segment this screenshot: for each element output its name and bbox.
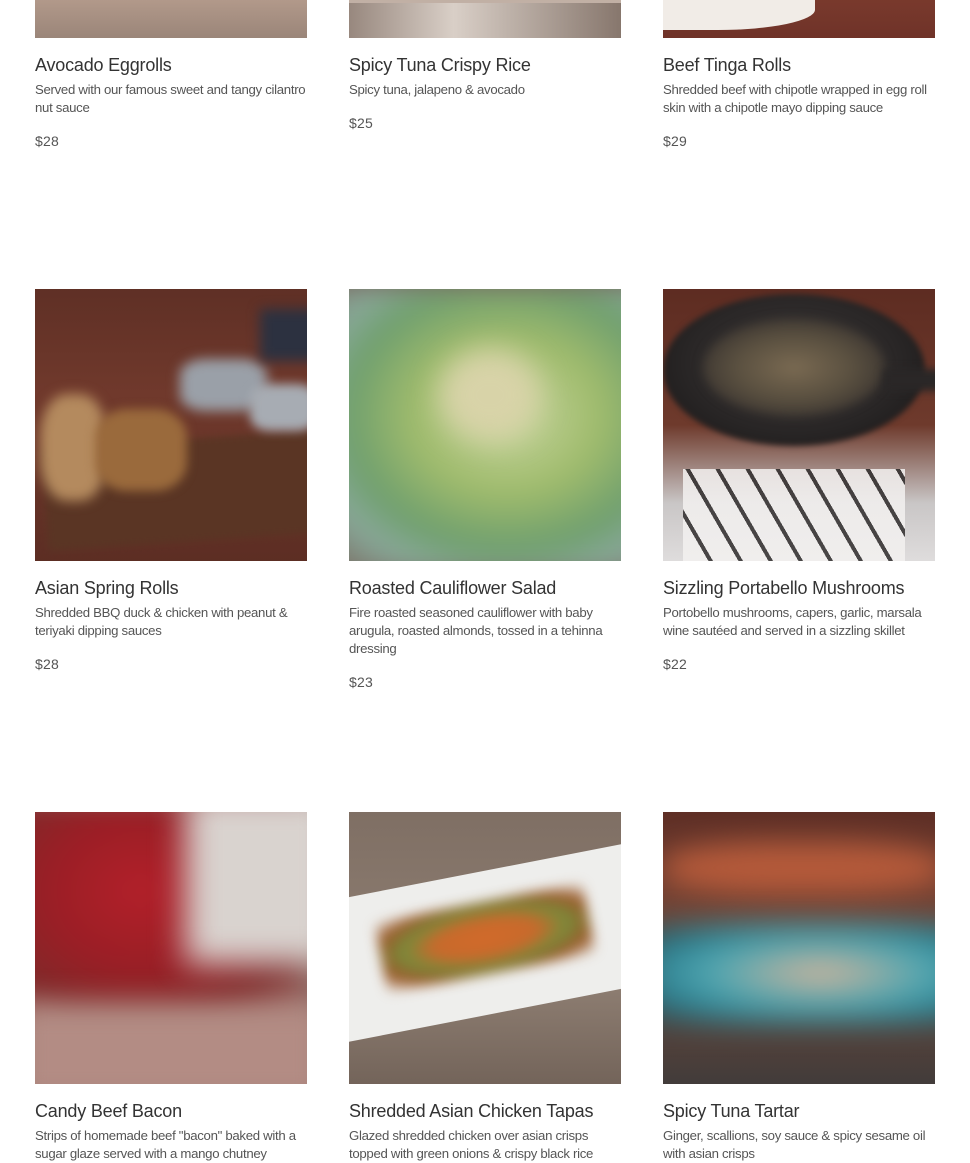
dish-photo-shredded-asian-chicken-tapas[interactable] <box>349 812 621 1084</box>
dish-photo-roasted-cauliflower-salad[interactable] <box>349 289 621 561</box>
item-price: $28 <box>35 656 59 672</box>
item-name: Spicy Tuna Crispy Rice <box>349 55 531 75</box>
item-description: Spicy tuna, jalapeno & avocado <box>349 82 525 97</box>
item-name: Shredded Asian Chicken Tapas <box>349 1101 594 1121</box>
item-name: Sizzling Portabello Mushrooms <box>663 578 905 598</box>
dish-photo-spicy-tuna-tartar[interactable] <box>663 812 935 1084</box>
item-name: Beef Tinga Rolls <box>663 55 791 75</box>
item-price: $29 <box>663 133 687 149</box>
dish-photo-asian-spring-rolls[interactable] <box>35 289 307 561</box>
item-description: Fire roasted seasoned cauliflower with b… <box>349 605 603 656</box>
item-price: $23 <box>349 674 373 690</box>
dish-photo-avocado-eggrolls[interactable] <box>35 0 307 38</box>
dish-photo-beef-tinga-rolls[interactable] <box>663 0 935 38</box>
item-price: $25 <box>349 115 373 131</box>
item-description: Ginger, scallions, soy sauce & spicy ses… <box>663 1128 926 1161</box>
item-description: Portobello mushrooms, capers, garlic, ma… <box>663 605 922 638</box>
dish-photo-sizzling-portabello-mushrooms[interactable] <box>663 289 935 561</box>
item-name: Avocado Eggrolls <box>35 55 172 75</box>
item-name: Spicy Tuna Tartar <box>663 1101 800 1121</box>
item-name: Roasted Cauliflower Salad <box>349 578 557 598</box>
item-name: Candy Beef Bacon <box>35 1101 182 1121</box>
dish-photo-spicy-tuna-crispy-rice[interactable] <box>349 0 621 38</box>
item-description: Shredded beef with chipotle wrapped in e… <box>663 82 927 115</box>
item-price: $22 <box>663 656 687 672</box>
item-description: Glazed shredded chicken over asian crisp… <box>349 1128 594 1161</box>
item-price: $28 <box>35 133 59 149</box>
dish-photo-candy-beef-bacon[interactable] <box>35 812 307 1084</box>
item-description: Strips of homemade beef "bacon" baked wi… <box>35 1128 296 1161</box>
item-name: Asian Spring Rolls <box>35 578 179 598</box>
item-description: Shredded BBQ duck & chicken with peanut … <box>35 605 288 638</box>
item-description: Served with our famous sweet and tangy c… <box>35 82 306 115</box>
